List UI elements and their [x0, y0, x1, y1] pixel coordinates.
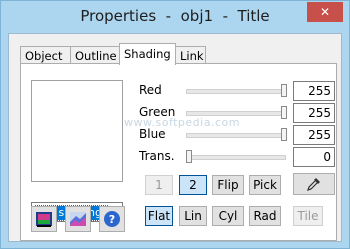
close-button[interactable]: ✕: [307, 2, 343, 22]
rad-button[interactable]: Rad: [249, 206, 281, 226]
tab-label: Shading: [124, 47, 171, 61]
tab-outline[interactable]: Outline: [70, 46, 120, 64]
color-1-button[interactable]: 1: [145, 175, 173, 195]
image-button[interactable]: [31, 206, 57, 232]
properties-window: Properties - obj1 - Title ✕ Object Outli…: [0, 0, 350, 249]
green-input[interactable]: 255: [293, 103, 335, 123]
gradient-icon: [70, 212, 86, 226]
green-label: Green: [139, 105, 176, 119]
gradient-button[interactable]: [65, 206, 91, 232]
tile-button[interactable]: Tile: [293, 206, 323, 226]
tab-label: Outline: [75, 49, 117, 63]
green-slider-thumb[interactable]: [281, 106, 287, 119]
green-slider[interactable]: [186, 106, 287, 119]
trans-input[interactable]: 0: [293, 147, 335, 167]
image-icon: [36, 212, 52, 227]
red-label: Red: [139, 83, 162, 97]
blue-input[interactable]: 255: [293, 125, 335, 145]
svg-text:?: ?: [109, 213, 115, 226]
tab-shading[interactable]: Shading: [119, 43, 176, 65]
tab-label: Link: [180, 49, 204, 63]
shading-panel: www.softpedia.com Red 255 Green 255 Blue…: [20, 63, 337, 241]
trans-slider-thumb[interactable]: [186, 150, 192, 163]
blue-slider-thumb[interactable]: [281, 128, 287, 141]
blue-slider[interactable]: [186, 128, 287, 141]
tab-link[interactable]: Link: [175, 46, 206, 64]
red-slider-thumb[interactable]: [281, 84, 287, 97]
red-input[interactable]: 255: [293, 81, 335, 101]
blue-label: Blue: [139, 127, 166, 141]
help-icon: ?: [104, 211, 120, 227]
shading-preview: [31, 80, 123, 182]
flat-button[interactable]: Flat: [145, 206, 173, 226]
red-slider[interactable]: [186, 84, 287, 97]
help-button[interactable]: ?: [99, 206, 125, 232]
dialog-body: Object Outline Shading Link www.softpedi…: [8, 33, 342, 242]
tab-label: Object: [25, 49, 63, 63]
color-2-button[interactable]: 2: [179, 175, 207, 195]
trans-label: Trans.: [139, 149, 175, 163]
lin-button[interactable]: Lin: [179, 206, 207, 226]
trans-slider[interactable]: [186, 150, 286, 163]
pick-button[interactable]: Pick: [249, 175, 281, 195]
cyl-button[interactable]: Cyl: [212, 206, 244, 226]
title-bar: Properties - obj1 - Title ✕: [1, 1, 349, 33]
flip-button[interactable]: Flip: [212, 175, 244, 195]
eyedropper-button[interactable]: [293, 173, 335, 195]
close-icon: ✕: [319, 5, 331, 19]
eyedropper-icon: [307, 178, 320, 191]
window-title: Properties - obj1 - Title: [80, 7, 270, 25]
tab-object[interactable]: Object: [20, 46, 71, 64]
